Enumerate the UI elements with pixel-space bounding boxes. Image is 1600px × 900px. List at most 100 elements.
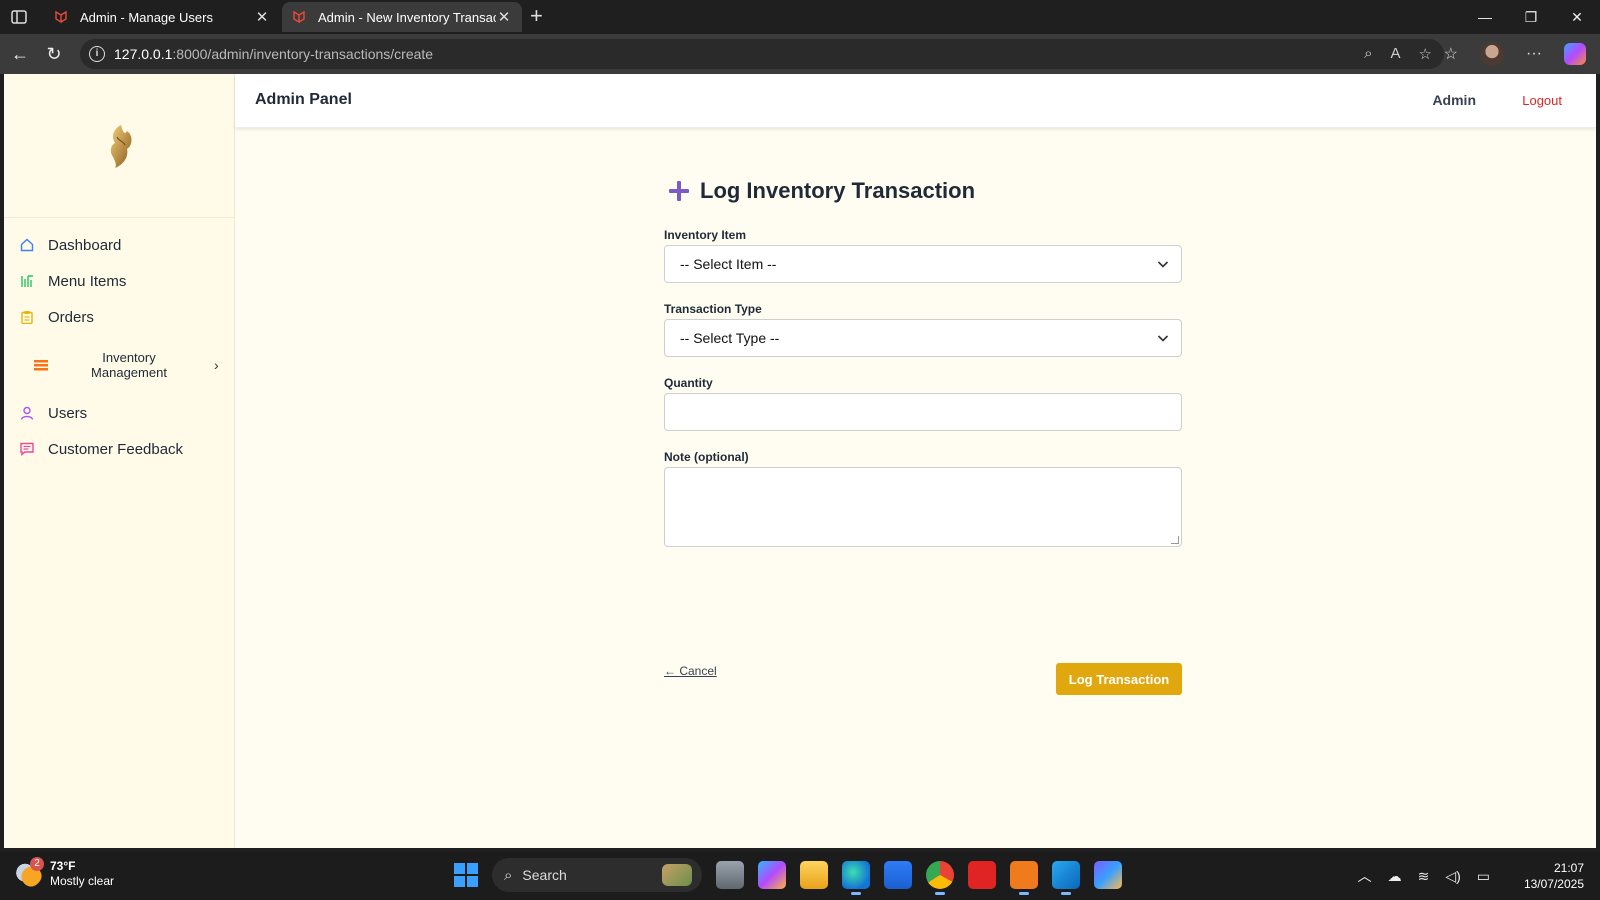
log-transaction-button[interactable]: Log Transaction: [1056, 663, 1182, 695]
tab-new-inventory-transaction[interactable]: Admin - New Inventory Transactio ✕: [282, 2, 522, 32]
clock-date: 13/07/2025: [1523, 877, 1584, 891]
volume-icon[interactable]: ◁): [1445, 868, 1460, 885]
address-bar[interactable]: i 127.0.0.1:8000/admin/inventory-transac…: [80, 39, 1444, 69]
search-highlight-image: [662, 864, 692, 886]
restore-icon[interactable]: ❐: [1508, 0, 1554, 34]
refresh-icon[interactable]: ↻: [44, 44, 64, 64]
read-aloud-icon[interactable]: A: [1391, 45, 1401, 63]
tab-manage-users[interactable]: Admin - Manage Users ✕: [44, 2, 280, 32]
taskbar: 2 73°F Mostly clear ⌕ Search ︿ ☁ ≋ ◁) ▭ …: [0, 852, 1600, 900]
sidebar-item-label: Customer Feedback: [48, 440, 184, 458]
copilot-icon[interactable]: [1564, 43, 1586, 65]
xampp-icon[interactable]: [1010, 861, 1038, 895]
search-icon: ⌕: [504, 866, 513, 884]
tab-actions-icon[interactable]: [10, 8, 28, 26]
taskbar-search[interactable]: ⌕ Search: [492, 858, 702, 892]
sidebar-item-orders[interactable]: Orders: [4, 299, 235, 335]
inventory-item-select[interactable]: -- Select Item --: [664, 245, 1182, 283]
site-info-icon[interactable]: i: [89, 46, 105, 62]
sidebar-item-customer-feedback[interactable]: Customer Feedback: [4, 431, 235, 467]
page-title-text: Log Inventory Transaction: [700, 178, 976, 203]
favorites-icon[interactable]: ☆: [1444, 44, 1458, 64]
current-user-name: Admin: [1432, 92, 1476, 108]
system-clock[interactable]: 21:07 13/07/2025: [1524, 860, 1584, 892]
logout-link[interactable]: Logout: [1522, 93, 1562, 108]
wifi-icon[interactable]: ≋: [1418, 868, 1430, 885]
microsoft-store-icon[interactable]: [884, 861, 912, 889]
sidebar-item-dashboard[interactable]: Dashboard: [4, 227, 235, 263]
inventory-item-field: Inventory Item -- Select Item --: [664, 228, 1182, 283]
close-window-icon[interactable]: ✕: [1554, 0, 1600, 34]
sidebar-item-label: Orders: [48, 308, 94, 326]
favorite-star-icon[interactable]: ☆: [1419, 45, 1432, 63]
chevron-right-icon[interactable]: ›: [214, 357, 219, 373]
layers-icon: [34, 360, 48, 371]
sidebar-item-inventory-management[interactable]: Inventory Management ›: [4, 335, 235, 395]
page-title: Log Inventory Transaction: [664, 176, 1182, 206]
page-viewport: Dashboard Menu Items Orders Inventory Ma…: [4, 74, 1596, 848]
window-controls: — ❐ ✕: [1462, 0, 1600, 34]
profile-avatar[interactable]: [1480, 42, 1505, 66]
quantity-field: Quantity: [664, 376, 1182, 431]
onedrive-cloud-icon[interactable]: ☁: [1388, 868, 1402, 885]
minimize-icon[interactable]: —: [1462, 0, 1508, 34]
close-tab-icon[interactable]: ✕: [496, 8, 512, 26]
tab-title: Admin - Manage Users: [80, 9, 213, 25]
resize-handle-icon[interactable]: [1171, 536, 1179, 544]
back-arrow-icon[interactable]: ←: [10, 44, 30, 64]
message-icon: [20, 442, 34, 456]
address-bar-actions: ⌕ A ☆: [1364, 45, 1432, 63]
page-brand: Admin Panel: [255, 91, 352, 108]
more-options-icon[interactable]: ···: [1526, 45, 1542, 63]
laravel-favicon-icon: [293, 10, 305, 24]
inventory-item-selected: -- Select Item --: [680, 256, 777, 272]
sidebar-item-label: Dashboard: [48, 236, 122, 254]
browser-toolbar: ← ↻ i 127.0.0.1:8000/admin/inventory-tra…: [0, 34, 1600, 74]
battery-icon[interactable]: ▭: [1477, 868, 1490, 885]
chrome-icon[interactable]: [926, 861, 954, 895]
task-view-icon[interactable]: [716, 861, 744, 889]
wps-office-icon[interactable]: [968, 861, 996, 889]
sidebar-item-users[interactable]: Users: [4, 395, 235, 431]
quantity-label: Quantity: [664, 376, 713, 390]
transaction-type-select[interactable]: -- Select Type --: [664, 319, 1182, 357]
logo[interactable]: [4, 74, 235, 218]
chevron-down-icon: [1157, 261, 1169, 268]
close-tab-icon[interactable]: ✕: [254, 8, 270, 26]
taskbar-search-label: Search: [522, 867, 567, 883]
edge-browser-icon[interactable]: [842, 861, 870, 895]
chevron-down-icon: [1157, 335, 1169, 342]
notification-badge: 2: [30, 857, 44, 871]
transaction-type-selected: -- Select Type --: [680, 330, 780, 346]
menu-bars-icon: [21, 275, 33, 287]
top-navbar: Admin Panel Admin Logout: [235, 74, 1596, 128]
url-host: 127.0.0.1: [114, 46, 173, 62]
weather-temp: 73°F: [50, 859, 76, 873]
sidebar: Dashboard Menu Items Orders Inventory Ma…: [4, 74, 235, 848]
transaction-form: Log Inventory Transaction Inventory Item…: [664, 176, 1182, 695]
note-field: Note (optional): [664, 450, 1182, 547]
cancel-link[interactable]: ← Cancel: [664, 664, 717, 678]
chevron-up-icon[interactable]: ︿: [1358, 866, 1372, 886]
home-icon: [20, 238, 34, 252]
weather-desc: Mostly clear: [50, 874, 115, 888]
copilot-app-icon[interactable]: [758, 861, 786, 889]
clipboard-icon: [21, 311, 33, 324]
sidebar-item-label: Users: [48, 404, 88, 422]
new-tab-icon[interactable]: +: [530, 5, 543, 27]
weather-widget[interactable]: 2 73°F Mostly clear: [16, 857, 115, 889]
transaction-type-field: Transaction Type -- Select Type --: [664, 302, 1182, 357]
sidebar-item-label: Inventory Management: [91, 350, 167, 380]
vscode-icon[interactable]: [1052, 861, 1080, 895]
quantity-input[interactable]: [664, 393, 1182, 431]
file-explorer-icon[interactable]: [800, 861, 828, 889]
zoom-icon[interactable]: ⌕: [1364, 45, 1372, 63]
clock-time: 21:07: [1553, 861, 1584, 875]
inventory-item-label: Inventory Item: [664, 228, 747, 242]
note-textarea[interactable]: [664, 467, 1182, 547]
browser-tab-strip: Admin - Manage Users ✕ Admin - New Inven…: [0, 0, 1600, 34]
sidebar-item-menu-items[interactable]: Menu Items: [4, 263, 235, 299]
url-path: :8000/admin/inventory-transactions/creat…: [172, 46, 434, 62]
start-button[interactable]: [454, 863, 478, 887]
photos-app-icon[interactable]: [1094, 861, 1122, 889]
